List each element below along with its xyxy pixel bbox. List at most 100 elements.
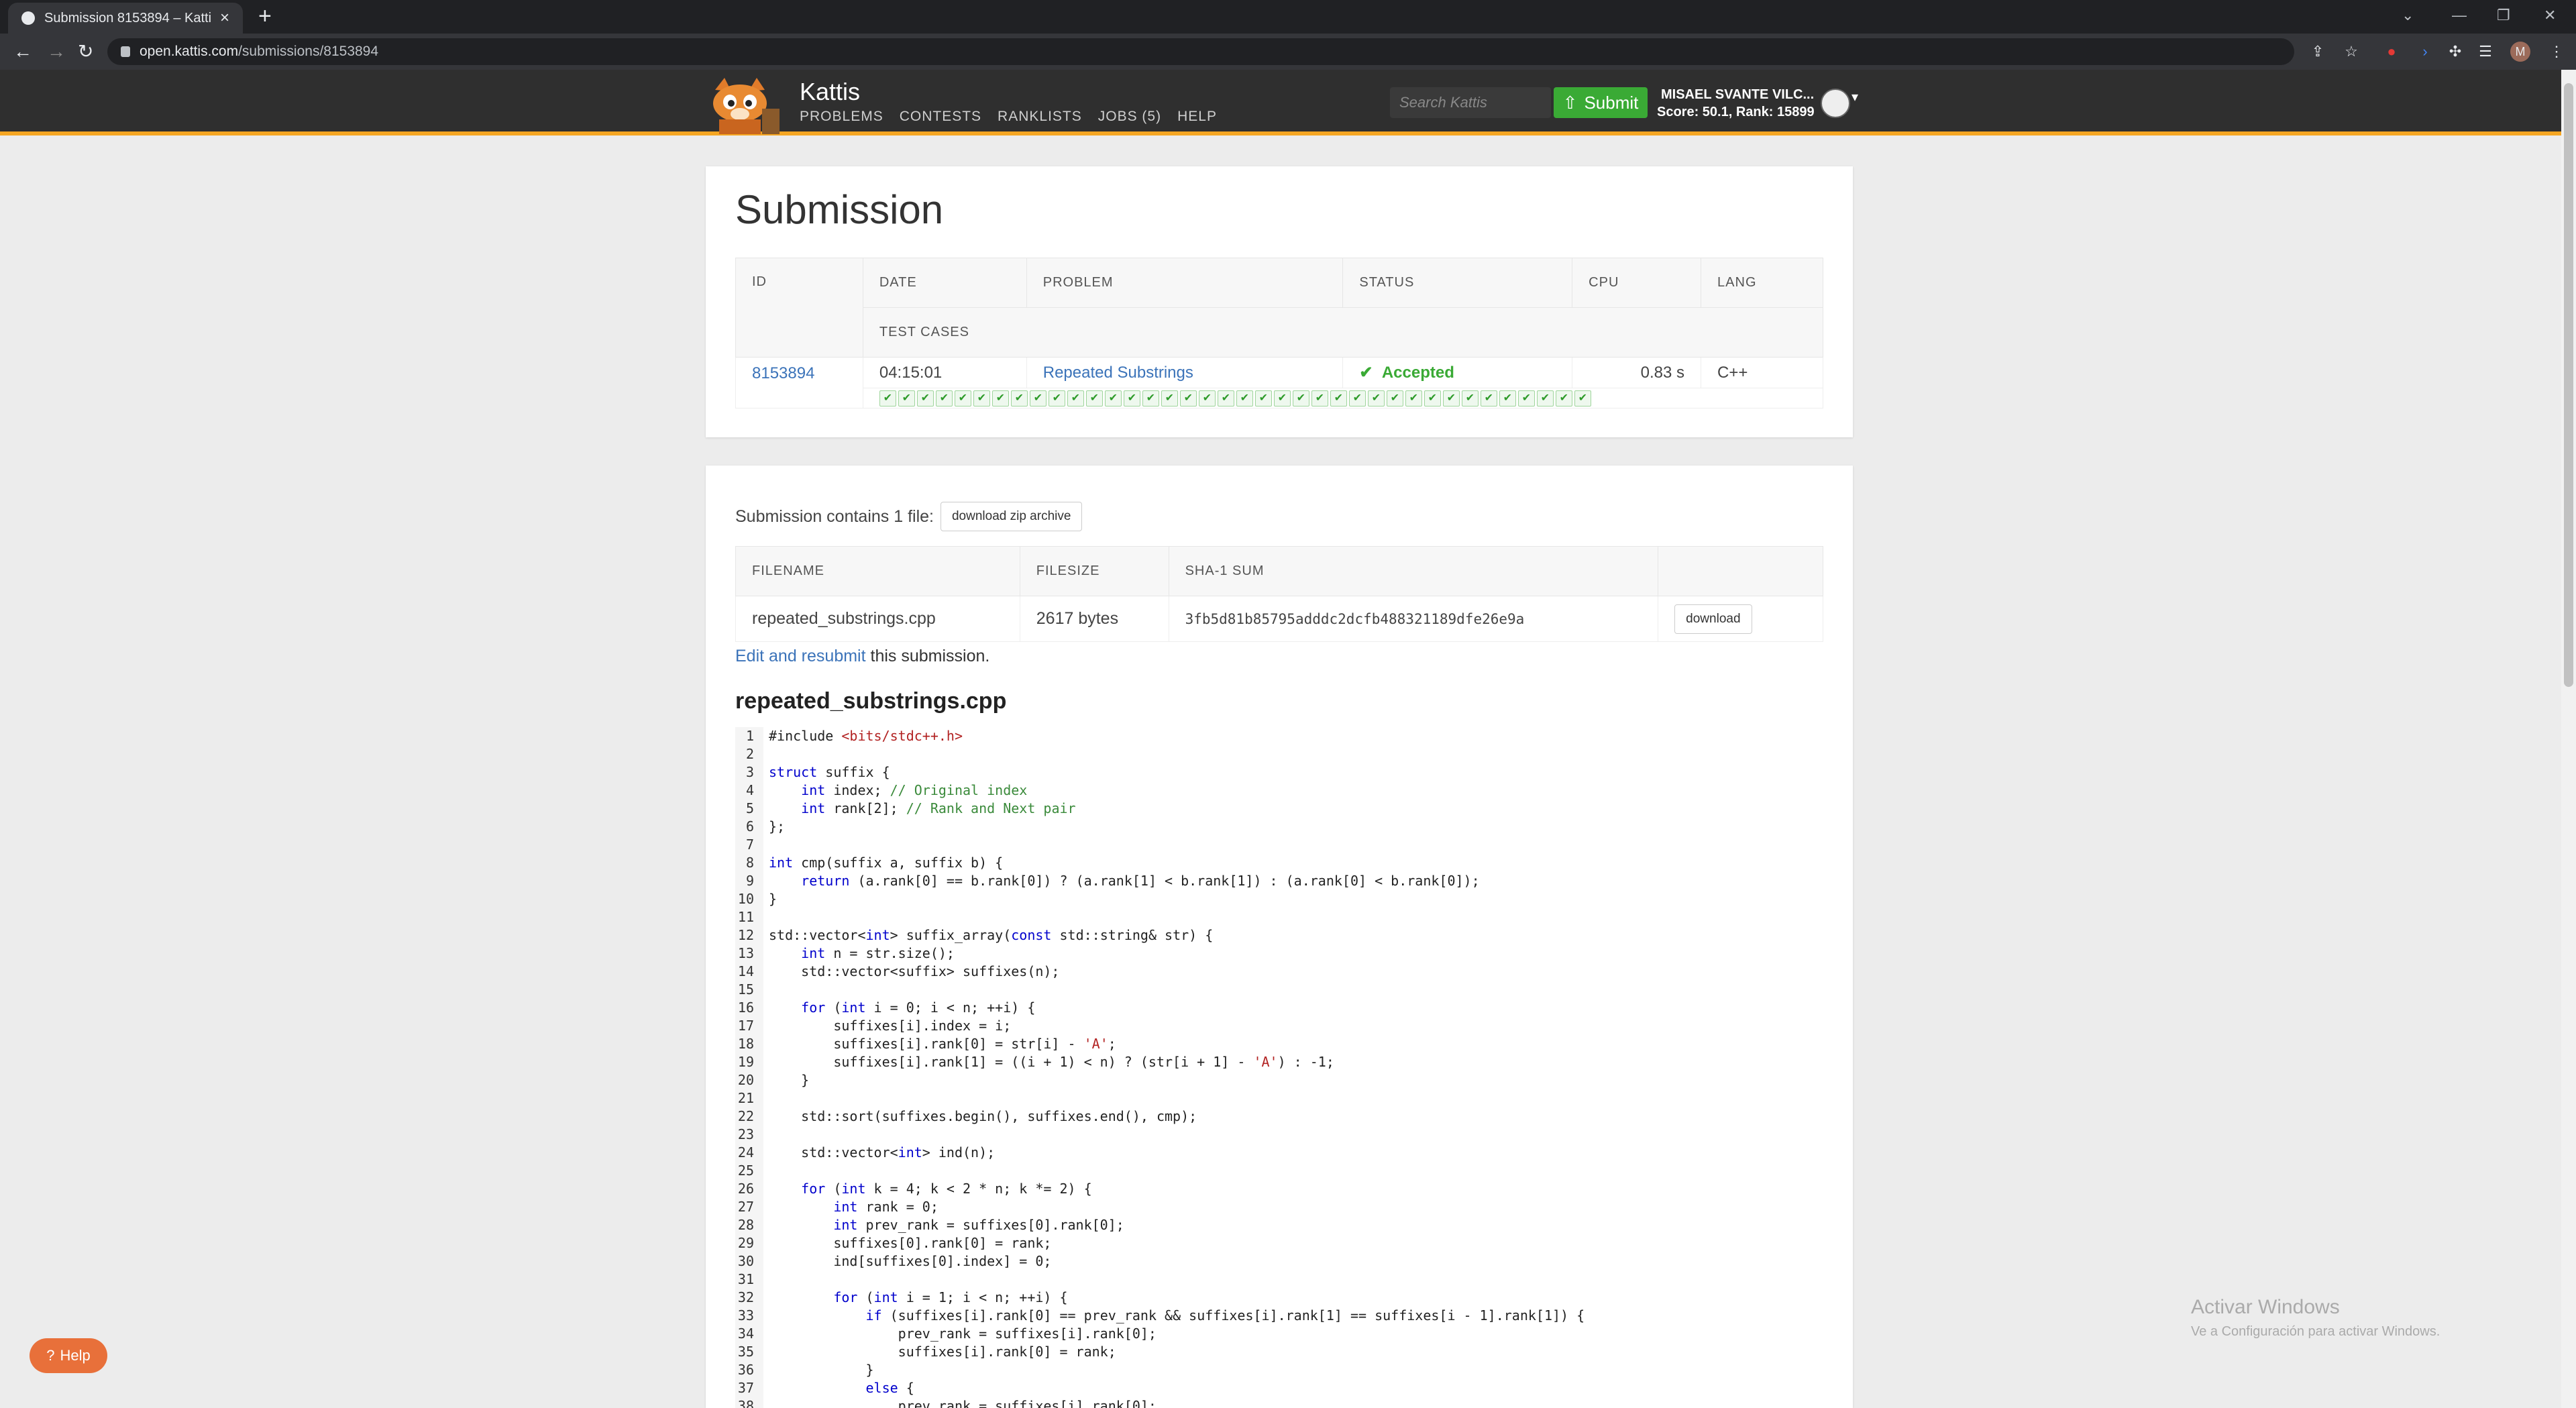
test-case-passed-icon[interactable]: ✔ [1367, 390, 1385, 407]
code-line: 21 [735, 1089, 1823, 1107]
new-tab-icon[interactable]: + [258, 4, 272, 28]
help-button[interactable]: ? Help [30, 1338, 107, 1373]
scrollbar-thumb[interactable] [2564, 83, 2573, 687]
code-line: 18 suffixes[i].rank[0] = str[i] - 'A'; [735, 1035, 1823, 1053]
page-title: Submission [735, 187, 944, 232]
download-file-button[interactable]: download [1674, 604, 1752, 634]
code-line: 38 prev_rank = suffixes[i].rank[0]; [735, 1397, 1823, 1408]
site-header [0, 70, 2561, 136]
test-case-passed-icon[interactable]: ✔ [879, 390, 896, 407]
reading-list-icon[interactable]: ☰ [2475, 42, 2496, 62]
file-sha: 3fb5d81b85795adddc2dcfb488321189dfe26e9a [1168, 596, 1659, 642]
code-line: 30 ind[suffixes[0].index] = 0; [735, 1252, 1823, 1270]
nav-contests[interactable]: CONTESTS [900, 109, 981, 125]
test-case-passed-icon[interactable]: ✔ [1104, 390, 1122, 407]
code-line: 11 [735, 908, 1823, 926]
cpu-time: 0.83 s [1572, 357, 1702, 388]
test-case-passed-icon[interactable]: ✔ [1029, 390, 1046, 407]
file-table: FILENAME FILESIZE SHA-1 SUM repeated_sub… [735, 546, 1823, 642]
test-case-passed-icon[interactable]: ✔ [1085, 390, 1103, 407]
nav-problems[interactable]: PROBLEMS [800, 109, 883, 125]
test-case-passed-icon[interactable]: ✔ [1442, 390, 1460, 407]
brand-title[interactable]: Kattis [800, 78, 860, 106]
reload-icon[interactable]: ↻ [78, 40, 93, 63]
bookmark-star-icon[interactable]: ☆ [2341, 42, 2361, 62]
test-case-passed-icon[interactable]: ✔ [1517, 390, 1535, 407]
test-case-passed-icon[interactable]: ✔ [1161, 390, 1178, 407]
test-case-passed-icon[interactable]: ✔ [1555, 390, 1572, 407]
problem-link[interactable]: Repeated Substrings [1043, 364, 1193, 382]
test-case-passed-icon[interactable]: ✔ [1480, 390, 1497, 407]
submit-button[interactable]: ⇧ Submit [1554, 87, 1648, 118]
test-case-passed-icon[interactable]: ✔ [954, 390, 971, 407]
test-case-passed-icon[interactable]: ✔ [1574, 390, 1591, 407]
browser-tab[interactable]: Submission 8153894 – Kattis, Kattis × [8, 3, 243, 34]
test-case-passed-icon[interactable]: ✔ [1292, 390, 1309, 407]
code-line: 28 int prev_rank = suffixes[0].rank[0]; [735, 1216, 1823, 1234]
test-case-passed-icon[interactable]: ✔ [1461, 390, 1479, 407]
extensions-puzzle-icon[interactable]: ✣ [2445, 42, 2465, 62]
user-score: Score: 50.1, Rank: 15899 [1657, 105, 1815, 119]
test-case-passed-icon[interactable]: ✔ [898, 390, 915, 407]
restore-icon[interactable]: ❐ [2497, 0, 2510, 31]
test-case-passed-icon[interactable]: ✔ [1067, 390, 1084, 407]
nav-help[interactable]: HELP [1177, 109, 1217, 125]
code-line: 4 int index; // Original index [735, 781, 1823, 800]
minimize-icon[interactable]: — [2452, 0, 2467, 31]
test-case-passed-icon[interactable]: ✔ [1348, 390, 1366, 407]
share-icon[interactable]: ⇪ [2308, 42, 2328, 62]
test-case-passed-icon[interactable]: ✔ [935, 390, 953, 407]
kattis-cat-logo-icon[interactable] [706, 76, 785, 134]
test-case-passed-icon[interactable]: ✔ [916, 390, 934, 407]
lock-icon [121, 46, 130, 57]
tab-search-icon[interactable]: ⌄ [2402, 0, 2414, 31]
col-lang: LANG [1701, 258, 1823, 308]
test-case-passed-icon[interactable]: ✔ [991, 390, 1009, 407]
test-case-passed-icon[interactable]: ✔ [1424, 390, 1441, 407]
download-zip-button[interactable]: download zip archive [940, 502, 1083, 531]
nav-ranklists[interactable]: RANKLISTS [998, 109, 1082, 125]
test-case-passed-icon[interactable]: ✔ [1311, 390, 1328, 407]
back-icon[interactable]: ← [13, 40, 32, 63]
code-line: 20 } [735, 1071, 1823, 1089]
code-line: 23 [735, 1126, 1823, 1144]
submission-id-link[interactable]: 8153894 [752, 364, 814, 382]
profile-avatar-icon[interactable]: M [2510, 42, 2530, 62]
test-case-passed-icon[interactable]: ✔ [1179, 390, 1197, 407]
nav-jobs[interactable]: JOBS (5) [1098, 109, 1161, 125]
code-line: 6}; [735, 818, 1823, 836]
user-name[interactable]: MISAEL SVANTE VILC... [1661, 87, 1814, 103]
test-case-passed-icon[interactable]: ✔ [973, 390, 990, 407]
test-case-passed-icon[interactable]: ✔ [1142, 390, 1159, 407]
user-avatar[interactable] [1821, 89, 1850, 118]
test-case-passed-icon[interactable]: ✔ [1217, 390, 1234, 407]
close-window-icon[interactable]: ✕ [2544, 0, 2556, 31]
extension-red-icon[interactable]: ● [2381, 42, 2402, 62]
test-case-passed-icon[interactable]: ✔ [1010, 390, 1028, 407]
test-case-passed-icon[interactable]: ✔ [1330, 390, 1347, 407]
browser-menu-icon[interactable]: ⋮ [2546, 42, 2567, 62]
code-line: 35 suffixes[i].rank[0] = rank; [735, 1343, 1823, 1361]
code-line: 22 std::sort(suffixes.begin(), suffixes.… [735, 1107, 1823, 1126]
test-case-passed-icon[interactable]: ✔ [1536, 390, 1554, 407]
test-case-passed-icon[interactable]: ✔ [1386, 390, 1403, 407]
search-box: ⌕ [1390, 87, 1604, 118]
test-case-passed-icon[interactable]: ✔ [1198, 390, 1216, 407]
test-case-passed-icon[interactable]: ✔ [1048, 390, 1065, 407]
close-tab-icon[interactable]: × [220, 10, 229, 26]
page-scrollbar[interactable] [2561, 70, 2576, 1408]
test-cases-list: ✔ ✔ ✔ ✔ ✔ ✔ ✔ ✔ ✔ ✔ ✔ ✔ ✔ ✔ ✔ ✔ ✔ ✔ ✔ ✔ ✔ ✔ ✔ ✔ ✔ ✔ ✔ ✔ ✔ ✔ ✔ ✔ ✔ ✔ ✔ ✔ ✔ ✔ [879, 390, 1807, 407]
col-status: STATUS [1342, 258, 1573, 308]
test-case-passed-icon[interactable]: ✔ [1123, 390, 1140, 407]
forward-icon[interactable]: → [47, 40, 66, 63]
test-case-passed-icon[interactable]: ✔ [1405, 390, 1422, 407]
test-case-passed-icon[interactable]: ✔ [1273, 390, 1291, 407]
test-case-passed-icon[interactable]: ✔ [1236, 390, 1253, 407]
caret-down-icon[interactable]: ▾ [1851, 89, 1858, 105]
test-case-passed-icon[interactable]: ✔ [1499, 390, 1516, 407]
address-bar[interactable]: open.kattis.com/submissions/8153894 [107, 38, 2294, 65]
edit-resubmit-link[interactable]: Edit and resubmit [735, 647, 866, 665]
test-case-passed-icon[interactable]: ✔ [1254, 390, 1272, 407]
code-line: 19 suffixes[i].rank[1] = ((i + 1) < n) ?… [735, 1053, 1823, 1071]
extension-arrow-icon[interactable]: › [2415, 42, 2435, 62]
